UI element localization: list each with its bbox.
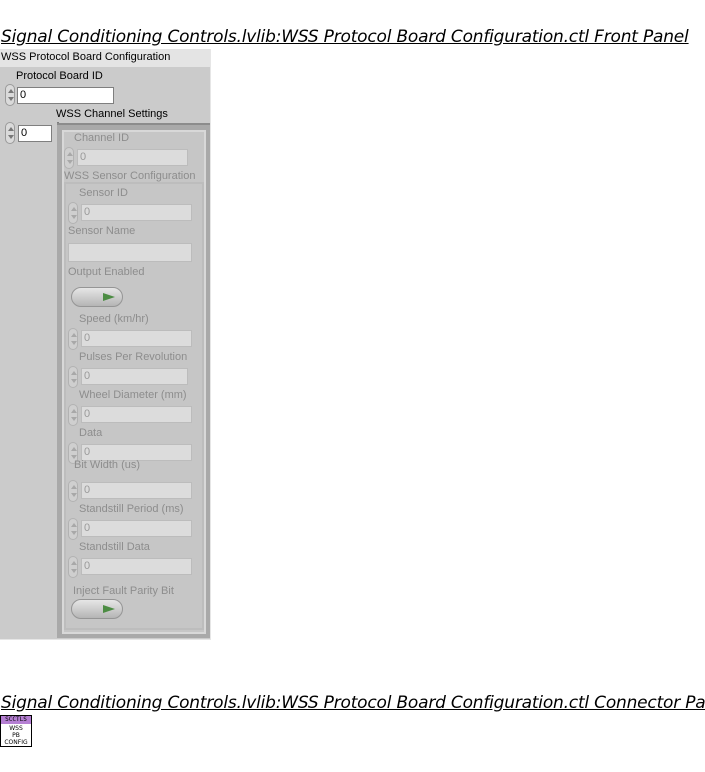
output-enabled-toggle[interactable] <box>71 287 123 307</box>
inject-fault-label: Inject Fault Parity Bit <box>73 585 174 597</box>
bit-width-label: Bit Width (us) <box>74 459 141 471</box>
led-indicator-icon <box>103 605 115 613</box>
sensor-id-input[interactable]: 0 <box>81 204 192 221</box>
icon-text-line: CONFIG <box>4 739 28 746</box>
icon-text-line: WSS <box>9 725 23 732</box>
sensor-id-label: Sensor ID <box>79 187 128 199</box>
led-indicator-icon <box>103 293 115 301</box>
inject-fault-toggle[interactable] <box>71 599 123 619</box>
wheel-diameter-input[interactable]: 0 <box>81 406 192 423</box>
bit-width-input[interactable]: 0 <box>81 482 192 499</box>
connector-pane-heading: Signal Conditioning Controls.lvlib:WSS P… <box>1 693 705 713</box>
standstill-period-spinner[interactable] <box>68 518 78 540</box>
sensor-name-field[interactable] <box>68 243 192 262</box>
data-label: Data <box>79 427 103 439</box>
speed-input[interactable]: 0 <box>81 330 192 347</box>
wheel-diameter-label: Wheel Diameter (mm) <box>79 389 187 401</box>
standstill-data-spinner[interactable] <box>68 556 78 578</box>
speed-spinner[interactable] <box>68 328 78 350</box>
icon-text-line: PB <box>12 732 20 739</box>
wheel-diameter-spinner[interactable] <box>68 404 78 426</box>
standstill-data-input[interactable]: 0 <box>81 558 192 575</box>
speed-label: Speed (km/hr) <box>79 313 149 325</box>
icon-banner: SCCTLS <box>1 716 31 724</box>
output-enabled-label: Output Enabled <box>68 266 145 278</box>
protocol-board-id-input[interactable]: 0 <box>17 87 114 104</box>
array-index-panel <box>0 122 59 638</box>
standstill-data-label: Standstill Data <box>79 541 150 553</box>
sensor-name-label: Sensor Name <box>68 225 136 237</box>
sensor-id-spinner[interactable] <box>68 202 78 224</box>
standstill-period-label: Standstill Period (ms) <box>79 503 184 515</box>
standstill-period-input[interactable]: 0 <box>81 520 192 537</box>
array-index-spinner[interactable] <box>5 122 15 144</box>
vi-connector-icon: SCCTLS WSS PB CONFIG <box>0 715 32 747</box>
channel-id-label: Channel ID <box>74 132 130 144</box>
sensor-config-label: WSS Sensor Configuration <box>64 170 196 182</box>
protocol-board-id-spinner[interactable] <box>5 84 15 106</box>
front-panel-heading: Signal Conditioning Controls.lvlib:WSS P… <box>1 27 689 47</box>
pulses-per-rev-spinner[interactable] <box>68 366 78 388</box>
pulses-per-rev-label: Pulses Per Revolution <box>79 351 188 363</box>
channel-id-spinner[interactable] <box>64 147 74 169</box>
channel-id-input[interactable]: 0 <box>77 149 188 166</box>
bit-width-spinner[interactable] <box>68 480 78 502</box>
channel-settings-label: WSS Channel Settings <box>56 108 168 120</box>
array-index-input[interactable]: 0 <box>18 125 52 142</box>
protocol-board-id-label: Protocol Board ID <box>16 70 103 82</box>
pulses-per-rev-input[interactable]: 0 <box>81 368 188 385</box>
cluster-title: WSS Protocol Board Configuration <box>0 49 210 67</box>
